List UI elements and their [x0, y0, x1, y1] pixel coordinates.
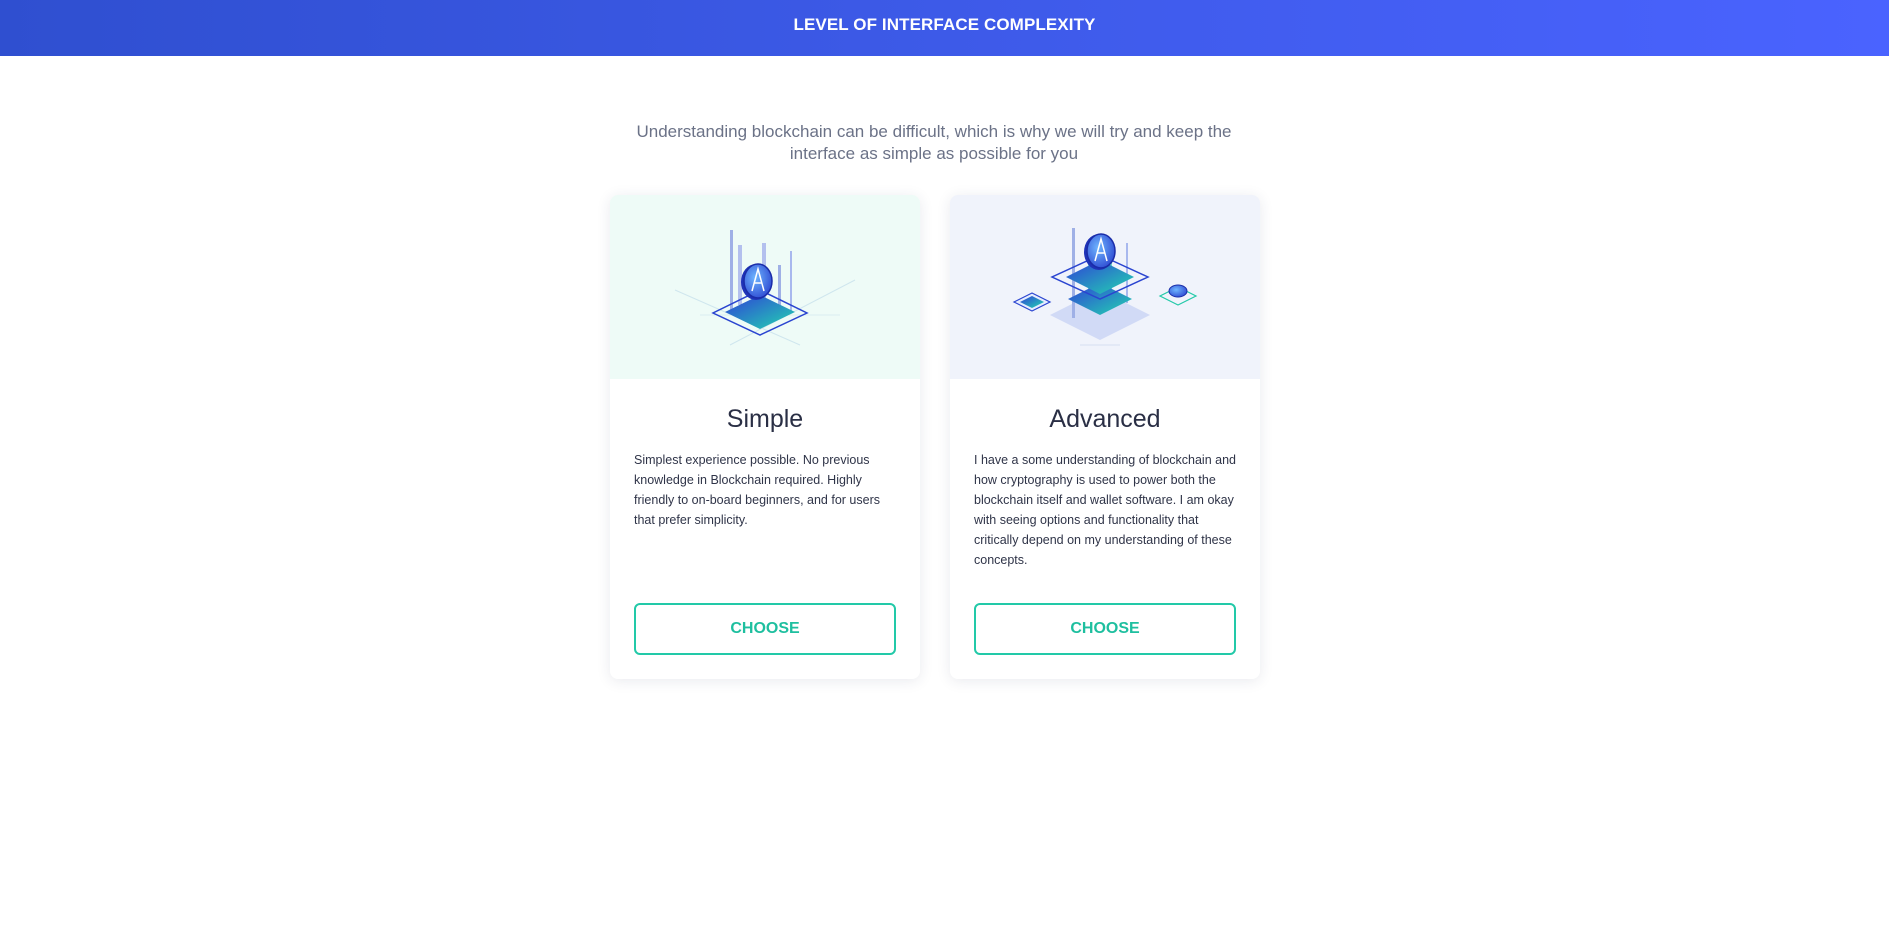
top-header-bar: LEVEL OF INTERFACE COMPLEXITY [0, 0, 1889, 56]
single-blockchain-node-illustration [674, 230, 856, 346]
advanced-description: I have a some understanding of blockchai… [974, 453, 1236, 567]
advanced-title: Advanced [1049, 405, 1161, 433]
choose-advanced-button[interactable]: CHOOSE [974, 603, 1236, 655]
advanced-illustration [950, 195, 1260, 379]
intro-text: Understanding blockchain can be difficul… [636, 122, 1232, 163]
page-title: LEVEL OF INTERFACE COMPLEXITY [793, 15, 1096, 34]
simple-title: Simple [726, 405, 804, 433]
simple-description: Simplest experience possible. No previou… [634, 453, 880, 527]
simple-illustration [610, 195, 920, 379]
simple-option-card: Simple Simplest experience possible. No … [610, 195, 920, 679]
multi-blockchain-node-illustration [1012, 228, 1198, 346]
choose-simple-button[interactable]: CHOOSE [634, 603, 896, 655]
advanced-option-card: Advanced I have a some understanding of … [950, 195, 1260, 679]
